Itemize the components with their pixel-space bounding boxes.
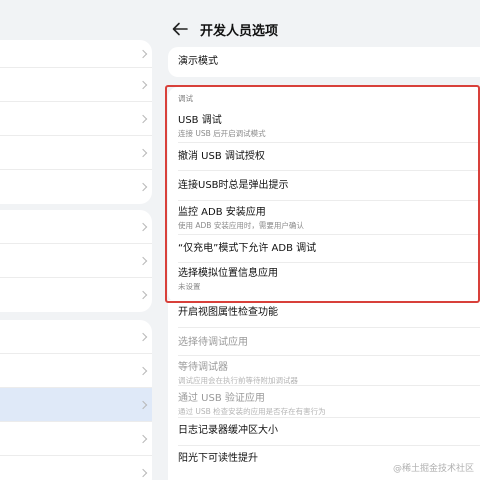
nav-item[interactable] [0,136,152,170]
nav-item[interactable] [0,422,152,456]
item-title: 连接USB时总是弹出提示 [178,180,289,191]
nav-item-developer-options[interactable] [0,388,152,422]
chevron-right-icon [138,80,148,89]
arrow-left-icon[interactable] [172,22,188,36]
debug-more-card: 开启视图属性检查功能 选择待调试应用 等待调试器 调试应用会在执行前等待附加调试… [168,300,480,480]
view-attribute-inspection-item[interactable]: 开启视图属性检查功能 [168,300,480,328]
item-title: 监控 ADB 安装应用 [178,207,266,218]
chevron-right-icon [138,148,148,157]
item-subtitle: 连接 USB 后开启调试模式 [178,129,266,138]
nav-item[interactable] [0,68,152,102]
nav-item[interactable] [0,320,152,354]
usb-debugging-item[interactable]: USB 调试 连接 USB 后开启调试模式 [168,109,480,143]
chevron-right-icon [138,222,148,231]
item-subtitle: 通过 USB 检查安装的应用是否存在有害行为 [178,407,326,416]
item-title: 选择模拟位置信息应用 [178,268,278,279]
watermark: @稀土掘金技术社区 [392,464,474,474]
item-title: 日志记录器缓冲区大小 [178,425,278,436]
nav-item[interactable] [0,244,152,278]
chevron-right-icon [138,400,148,409]
nav-group-2 [0,210,152,312]
nav-item[interactable] [0,210,152,244]
charge-only-adb-item[interactable]: “仅充电”模式下允许 ADB 调试 [168,235,480,263]
item-title: 开启视图属性检查功能 [178,307,278,318]
nav-item[interactable] [0,40,152,68]
nav-group-3 [0,320,152,480]
nav-item[interactable] [0,278,152,312]
chevron-right-icon [138,332,148,341]
item-title: “仅充电”模式下允许 ADB 调试 [178,243,317,254]
section-label: 调试 [178,94,193,103]
mock-location-app-item[interactable]: 选择模拟位置信息应用 未设置 [168,263,480,299]
logger-buffer-size-item[interactable]: 日志记录器缓冲区大小 [168,418,480,446]
chevron-right-icon [138,366,148,375]
page-title: 开发人员选项 [200,24,279,39]
nav-item[interactable] [0,102,152,136]
chevron-right-icon [138,256,148,265]
item-title: 通过 USB 验证应用 [178,393,265,404]
item-title: 选择待调试应用 [178,337,248,348]
nav-item[interactable] [0,170,152,204]
wait-for-debugger-item: 等待调试器 调试应用会在执行前等待附加调试器 [168,356,480,386]
nav-item[interactable] [0,456,152,480]
nav-item[interactable] [0,354,152,388]
chevron-right-icon [138,182,148,192]
item-subtitle: 使用 ADB 安装应用时，需要用户确认 [178,221,304,230]
nav-group-1 [0,40,152,204]
revoke-usb-auth-item[interactable]: 撤消 USB 调试授权 [168,143,480,171]
item-title: USB 调试 [178,115,222,126]
demo-mode-card: 演示模式 [168,47,480,77]
demo-mode-item[interactable]: 演示模式 [168,47,480,69]
usb-prompt-item[interactable]: 连接USB时总是弹出提示 [168,171,480,201]
chevron-right-icon [138,114,148,123]
item-title: 演示模式 [178,56,218,67]
developer-options-pane: 开发人员选项 演示模式 调试 USB 调试 连接 USB 后开启调试模式 撤消 … [160,0,480,480]
select-debug-app-item: 选择待调试应用 [168,328,480,356]
settings-nav-pane [0,0,158,480]
chevron-right-icon [138,468,148,478]
chevron-right-icon [138,49,148,58]
monitor-adb-install-item[interactable]: 监控 ADB 安装应用 使用 ADB 安装应用时，需要用户确认 [168,201,480,235]
item-title: 撤消 USB 调试授权 [178,151,265,162]
page-header: 开发人员选项 [160,14,480,46]
chevron-right-icon [138,434,148,443]
debug-section-card: 调试 USB 调试 连接 USB 后开启调试模式 撤消 USB 调试授权 连接U… [168,87,480,303]
item-title: 等待调试器 [178,362,228,373]
verify-apps-over-usb-item: 通过 USB 验证应用 通过 USB 检查安装的应用是否存在有害行为 [168,386,480,418]
item-subtitle: 未设置 [178,282,201,291]
chevron-right-icon [138,290,148,300]
